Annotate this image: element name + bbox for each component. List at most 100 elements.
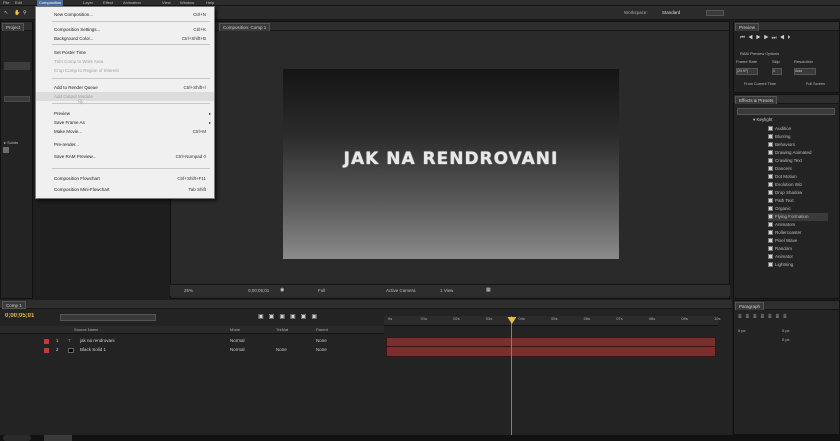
layer-mode-select[interactable]: Normal [230, 337, 245, 345]
project-item-solids[interactable]: ▸ Solids [4, 140, 18, 145]
full-screen-checkbox[interactable]: Full Screen [806, 82, 825, 86]
tab-composition[interactable]: Composition: Comp 1 [219, 23, 271, 31]
col-parent[interactable]: Parent [316, 327, 328, 332]
layer-label-color[interactable] [44, 339, 49, 344]
menu-item-add-output-module[interactable]: Add Output Module [36, 92, 214, 101]
effect-item[interactable]: Lightning [768, 261, 793, 269]
col-mode[interactable]: Mode [230, 327, 240, 332]
alignment-buttons[interactable]: ≡≡≡≡≡≡≡ [738, 314, 791, 320]
menu-item-save-ram-preview[interactable]: Save RAM Preview... Ctrl+Numpad 0 [36, 152, 214, 161]
camera-select[interactable]: Active Camera [386, 288, 416, 293]
current-time-indicator[interactable] [511, 316, 513, 435]
ruler-tick-label: 01s [420, 316, 428, 321]
resolution-select[interactable]: Auto [794, 68, 816, 75]
composition-canvas[interactable]: JAK NA RENDROVANI [283, 69, 619, 259]
preset-icon [768, 190, 773, 195]
zoom-tool-icon[interactable]: ⚲ [23, 9, 27, 17]
effects-folder-keylight[interactable]: ▾ Keylight [753, 117, 773, 123]
layer-trkmat-select[interactable]: None [276, 346, 287, 354]
layer-parent-select[interactable]: None [316, 337, 327, 345]
ram-preview-options[interactable]: RAM Preview Options [740, 51, 779, 56]
skip-select[interactable]: 0 [772, 68, 782, 75]
viewer-controls: 25% 0;00;05;01 Full Active Camera 1 View… [170, 284, 730, 296]
menu-item-add-to-render-queue[interactable]: Add to Render Queue Ctrl+Shift+/ [36, 83, 214, 92]
menu-item-preview[interactable]: Preview ▸ [36, 109, 214, 118]
effect-item[interactable]: Dancers [768, 165, 792, 173]
effect-item[interactable]: Crawling Text [768, 157, 802, 165]
camera-snapshot-icon[interactable]: ◉ [280, 286, 284, 294]
layer-column-header: Source Name Mode TrkMat Parent [0, 326, 384, 334]
layer-duration-bar[interactable] [386, 346, 716, 357]
taskbar-app[interactable] [44, 435, 72, 441]
timeline-layer-row[interactable]: 2 Black Solid 1 Normal None None [0, 346, 384, 354]
timeline-search-input[interactable] [60, 314, 156, 321]
search-help-field[interactable] [706, 10, 724, 16]
viewer-timecode[interactable]: 0;00;05;01 [248, 288, 269, 293]
menu-separator [52, 168, 210, 169]
effect-item[interactable]: Path Text [768, 197, 794, 205]
effect-item[interactable]: Drawing Animated [768, 149, 812, 157]
view-layout-select[interactable]: 1 View [440, 288, 453, 293]
layer-mode-select[interactable]: Normal [230, 346, 245, 354]
ruler-tick-label: 08s [648, 316, 656, 321]
layer-name[interactable]: jak na rendrovani [80, 337, 115, 345]
effects-search-input[interactable] [737, 108, 835, 115]
timeline-tabbar: Comp 1 [0, 300, 732, 309]
effect-item[interactable]: Rollercoaster [768, 229, 802, 237]
timeline-layer-row[interactable]: 1 T jak na rendrovani Normal None [0, 337, 384, 345]
effect-item[interactable]: Audition [768, 125, 791, 133]
menu-item-trim-comp[interactable]: Trim Comp to Work Area [36, 57, 214, 66]
layer-label-color[interactable] [44, 348, 49, 353]
tab-project[interactable]: Project [2, 23, 25, 31]
effect-item[interactable]: Random [768, 245, 792, 253]
effect-item[interactable]: Blurring [768, 133, 791, 141]
menu-separator [52, 44, 210, 45]
zoom-select[interactable]: 25% [184, 288, 193, 293]
resolution-select[interactable]: Full [318, 288, 325, 293]
hand-tool-icon[interactable]: ✋ [14, 9, 20, 17]
effect-item[interactable]: Animator [768, 253, 793, 261]
playback-controls[interactable]: ⏮◀▶▶⏭◀⏵ [740, 35, 793, 42]
indent-right-field[interactable]: 0 px [782, 328, 790, 333]
menu-item-composition-mini-flowchart[interactable]: Composition Mini-Flowchart Tab Shift [36, 185, 214, 194]
frame-rate-select[interactable]: (29.97) [736, 68, 758, 75]
effect-item[interactable]: Organic [768, 205, 791, 213]
tab-timeline-comp[interactable]: Comp 1 [2, 301, 26, 309]
menu-item-set-poster-time[interactable]: Set Poster Time [36, 48, 214, 57]
tab-effects-presets[interactable]: Effects & Presets [735, 96, 778, 104]
menu-item-make-movie[interactable]: Make Movie... Ctrl+M [36, 127, 214, 136]
menu-item-composition-flowchart[interactable]: Composition Flowchart Ctrl+Shift+F11 [36, 174, 214, 183]
effect-item[interactable]: Dot Motion [768, 173, 797, 181]
tab-preview[interactable]: Preview [735, 23, 760, 31]
timeline-timecode[interactable]: 0;00;05;01 [5, 313, 34, 319]
grid-icon[interactable]: ▦ [486, 286, 491, 294]
effect-item[interactable]: Drop Shadow [768, 189, 802, 197]
tab-paragraph[interactable]: Paragraph [735, 302, 765, 310]
menu-item-composition-settings[interactable]: Composition Settings... Ctrl+K [36, 25, 214, 34]
indent-left-field[interactable]: 0 px [738, 328, 746, 333]
col-trkmat[interactable]: TrkMat [276, 327, 288, 332]
menu-item-background-color[interactable]: Background Color... Ctrl+Shift+B [36, 34, 214, 43]
timeline-switches[interactable]: ▣▣▣▣▣▣ [258, 313, 322, 320]
menu-item-new-composition[interactable]: New Composition... Ctrl+N [36, 10, 214, 19]
menu-item-pre-render[interactable]: Pre-render... [36, 140, 214, 149]
preset-icon [768, 254, 773, 259]
space-after-field[interactable]: 0 px [782, 337, 790, 342]
start-button[interactable] [3, 435, 31, 441]
menu-item-save-frame-as[interactable]: Save Frame As ▸ [36, 118, 214, 127]
layer-parent-select[interactable]: None [316, 346, 327, 354]
from-current-time-checkbox[interactable]: From Current Time [744, 82, 776, 86]
selection-tool-icon[interactable]: ↖ [4, 9, 8, 17]
effect-item[interactable]: Animators [768, 221, 795, 229]
time-ruler[interactable]: 0s 01s 02s 03s 04s 05s 06s 07s 08s 09s 10s [384, 316, 720, 326]
effect-item[interactable]: Behaviors [768, 141, 795, 149]
layer-name[interactable]: Black Solid 1 [80, 346, 106, 354]
effect-item[interactable]: Evolution Wiz [768, 181, 802, 189]
workspace-select[interactable]: Standard [662, 10, 680, 15]
preset-icon [768, 126, 773, 131]
project-search-input[interactable] [4, 96, 30, 102]
effect-item-selected[interactable]: Flying Formation [768, 213, 828, 221]
effect-item[interactable]: Pixel Wave [768, 237, 797, 245]
menu-item-crop-comp[interactable]: Crop Comp to Region of Interest [36, 66, 214, 75]
col-source-name[interactable]: Source Name [74, 327, 98, 332]
